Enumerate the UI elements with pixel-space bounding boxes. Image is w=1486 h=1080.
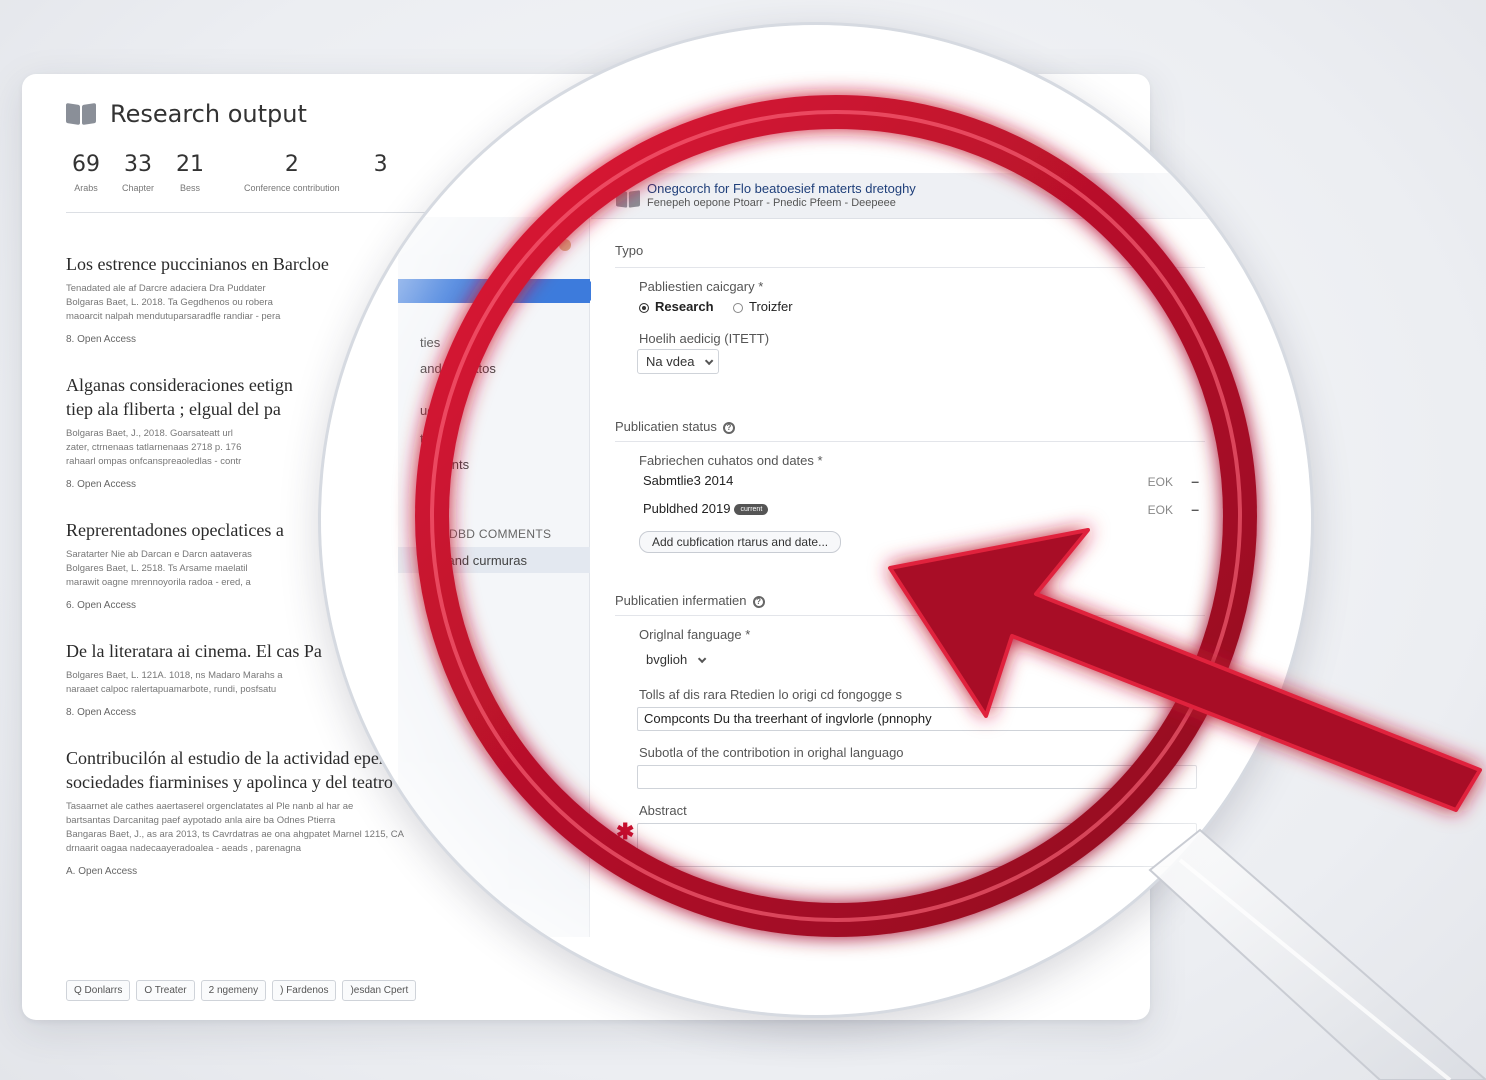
help-icon[interactable]: ? <box>722 421 735 434</box>
magnifier-lens: ties ands plicatos ucv tions ieeprints p… <box>318 22 1314 1018</box>
title-input[interactable]: Compconts Du tha treerhant of ingvlorle … <box>637 707 1197 731</box>
category-radio-research[interactable]: Research <box>639 299 714 314</box>
language-label: Origlnal fanguage * <box>639 627 751 642</box>
filter-chip[interactable]: Q Donlarrs <box>66 980 131 1001</box>
editor-sidebar: ties ands plicatos ucv tions ieeprints p… <box>398 217 600 937</box>
subtitle-input[interactable] <box>637 765 1197 789</box>
help-icon[interactable]: ? <box>752 595 765 608</box>
remove-button[interactable]: – <box>1191 473 1199 489</box>
edit-button[interactable]: EOK <box>1148 475 1173 489</box>
card-header: Research output <box>66 100 307 128</box>
radio-icon[interactable] <box>733 302 743 313</box>
sidebar-item[interactable]: tions <box>420 431 447 446</box>
remove-button[interactable]: – <box>1191 501 1199 517</box>
form-title: Onegcorch for Flo beatoesief materts dre… <box>647 181 916 196</box>
sidebar-item[interactable]: play <box>420 483 444 498</box>
book-icon <box>616 189 640 208</box>
current-badge: current <box>734 504 769 516</box>
stat-chapter[interactable]: 33 Chapter <box>122 152 154 193</box>
sidebar-item-selected[interactable]: dies and curmuras <box>420 553 527 568</box>
sidebar-item[interactable]: ties <box>420 335 440 350</box>
book-icon <box>66 102 96 126</box>
magnified-content: ties ands plicatos ucv tions ieeprints p… <box>321 25 1311 1015</box>
edit-button[interactable]: EOK <box>1148 503 1173 517</box>
chevron-down-icon <box>705 356 714 366</box>
filter-chip[interactable]: O Treater <box>136 980 195 1001</box>
filter-chip[interactable]: 2 ngemeny <box>200 980 267 1001</box>
required-asterisk: ✱ <box>616 819 635 844</box>
language-select[interactable]: bvglioh <box>637 647 713 672</box>
card-title: Research output <box>110 100 307 128</box>
category-label: Pabliestien caicgary * <box>639 279 764 294</box>
badge-icon[interactable] <box>559 239 571 251</box>
subtitle-field-label: Subotla of the contribotion in orighal l… <box>639 745 904 760</box>
abstract-input[interactable] <box>637 823 1197 867</box>
form-subtitle: Fenepeh oepone Ptoarr - Pnedic Pfeem - D… <box>647 197 896 209</box>
divider <box>615 441 1205 442</box>
form-header: Onegcorch for Flo beatoesief materts dre… <box>591 173 1231 219</box>
section-type: Typo <box>615 243 644 258</box>
divider <box>615 615 1205 616</box>
category-radio-transfer[interactable]: Troizfer <box>733 299 793 314</box>
rating-select[interactable]: Na vdea <box>637 349 720 374</box>
section-information: Publicatien infermatien? <box>615 593 765 608</box>
sidebar-item[interactable]: ieeprints <box>420 457 469 472</box>
add-status-button[interactable]: Add cubfication rtarus and date... <box>639 531 842 553</box>
stat-articles[interactable]: 69 Arabs <box>72 152 100 193</box>
abstract-label: Abstract <box>639 803 687 818</box>
section-status: Publicatien status? <box>615 419 735 434</box>
divider <box>615 267 1205 268</box>
status-row-submitted: Sabmtlie3 2014 <box>643 473 734 488</box>
sidebar-toolbar <box>527 239 571 251</box>
stat-book[interactable]: 21 Bess <box>176 152 204 193</box>
sidebar-section-heading: DBY DBD COMMENTS <box>420 527 552 541</box>
chevron-down-icon <box>698 654 707 664</box>
sidebar-item[interactable]: ands plicatos <box>420 361 496 376</box>
edit-form: Onegcorch for Flo beatoesief materts dre… <box>591 173 1231 973</box>
calendar-icon[interactable] <box>543 239 555 251</box>
sidebar-item[interactable]: ucv <box>420 403 440 418</box>
sidebar-item-active[interactable] <box>398 279 600 303</box>
status-field-label: Fabriechen cuhatos ond dates * <box>639 453 823 468</box>
rating-label: Hoelih aedicig (ITETT) <box>639 331 770 346</box>
gear-icon[interactable] <box>527 239 539 251</box>
status-row-published: Publdhed 2019 current <box>643 501 769 516</box>
radio-selected-icon[interactable] <box>639 302 649 313</box>
title-field-label: Tolls af dis rara Rtedien lo origi cd fo… <box>639 687 903 702</box>
